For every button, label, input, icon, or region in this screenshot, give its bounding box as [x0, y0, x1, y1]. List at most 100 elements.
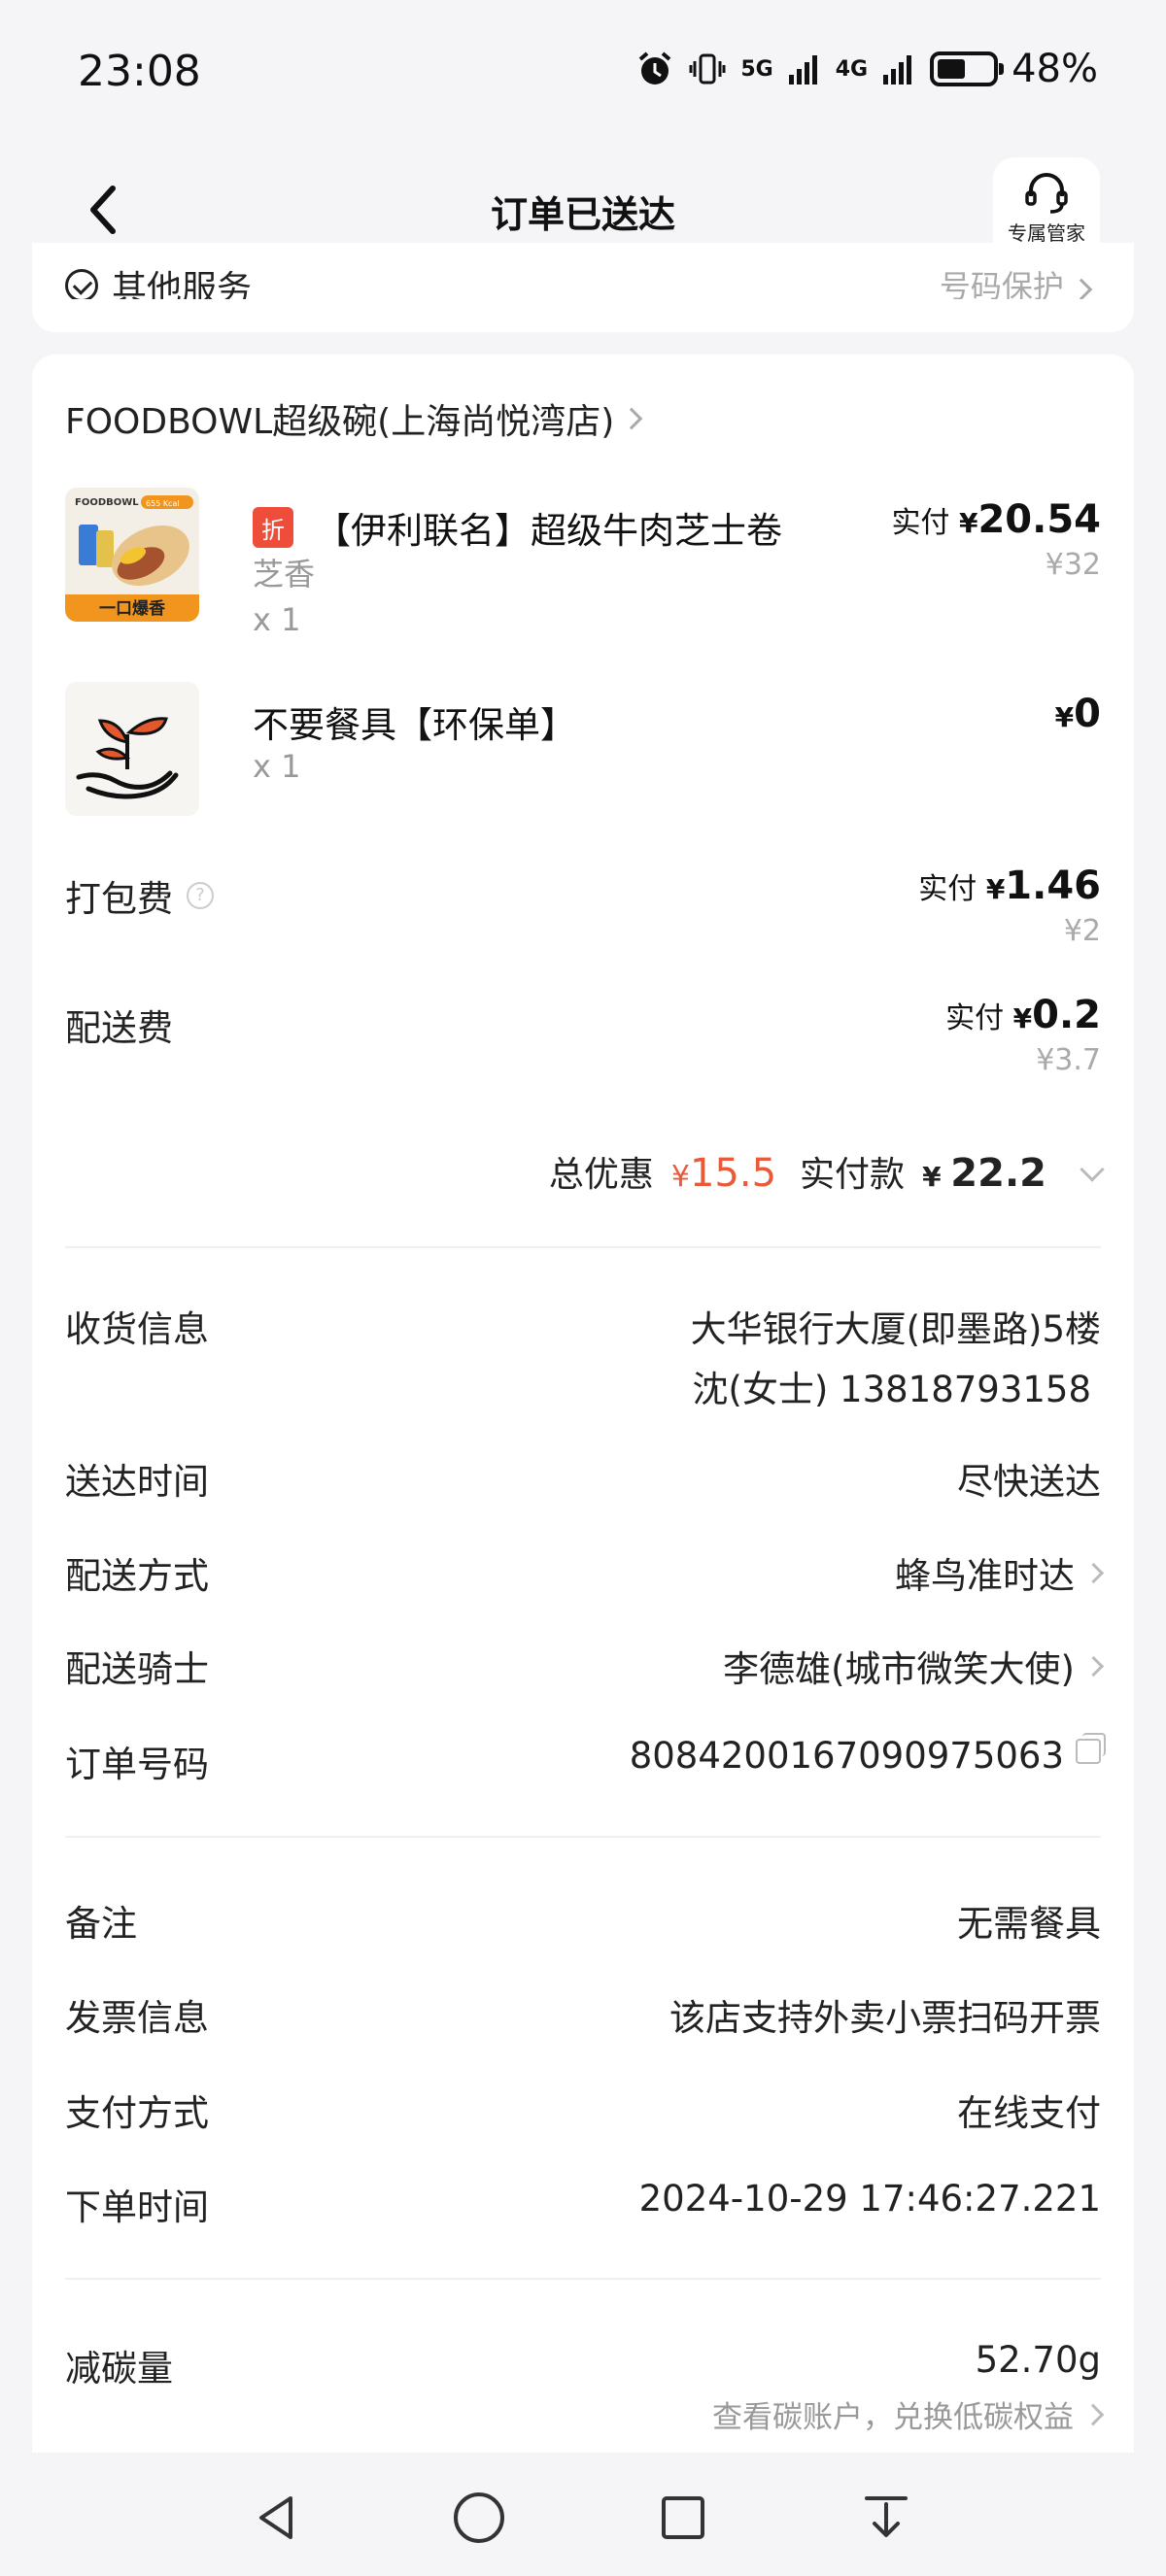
delivery-time-row: 送达时间 尽快送达 — [65, 1452, 1101, 1503]
square-recents-icon — [662, 2496, 704, 2539]
delivery-method-label: 配送方式 — [65, 1555, 209, 1597]
delivery-fee-label: 配送费 — [65, 1007, 173, 1049]
receiver-contact: 沈(女士) 13818793158 — [692, 1369, 1091, 1410]
number-protection-label: 号码保护 — [939, 268, 1064, 299]
nav-home-button[interactable] — [445, 2484, 513, 2552]
headset-icon — [1025, 173, 1068, 214]
chevron-right-icon — [1081, 2403, 1105, 2425]
nav-back-button[interactable] — [243, 2484, 311, 2552]
receiver-address: 大华银行大厦(即墨路)5楼 — [690, 1308, 1101, 1350]
delivery-method-value: 蜂鸟准时达 — [895, 1546, 1105, 1599]
item-spec: 芝香 — [253, 556, 316, 593]
status-time: 23:08 — [78, 47, 201, 96]
order-time-value: 2024-10-29 17:46:27.221 — [638, 2178, 1101, 2220]
divider — [65, 1836, 1101, 1838]
total-discount-label: 总优惠 — [548, 1155, 654, 1195]
status-bar: 23:08 5G 4G 48% — [0, 0, 1166, 146]
total-summary[interactable]: 总优惠 ¥15.5 实付款 ¥ 22.2 — [548, 1146, 1105, 1197]
chevron-down-icon — [1080, 1157, 1105, 1182]
divider — [65, 2278, 1101, 2280]
store-link[interactable]: FOODBOWL超级碗(上海尚悦湾店) — [65, 393, 643, 444]
item-thumbnail — [65, 682, 199, 816]
network-4g-label: 4G — [835, 56, 869, 82]
carbon-row: 减碳量 52.70g 查看碳账户，兑换低碳权益 — [65, 2339, 1105, 2436]
signal-icon-2 — [883, 55, 912, 85]
help-icon[interactable]: ? — [187, 882, 214, 909]
carbon-label: 减碳量 — [65, 2348, 173, 2390]
remark-value: 无需餐具 — [957, 1903, 1101, 1945]
service-manager-label: 专属管家 — [1008, 221, 1085, 245]
item-name: 不要餐具【环保单】 — [253, 704, 576, 746]
carbon-account-text: 查看碳账户，兑换低碳权益 — [712, 2400, 1074, 2435]
other-services-card: 其他服务 号码保护 — [32, 243, 1134, 332]
total-paid-value: ¥ 22.2 — [922, 1151, 1046, 1196]
remark-label: 备注 — [65, 1903, 137, 1945]
eco-hand-icon — [65, 682, 199, 816]
receiver-value: 大华银行大厦(即墨路)5楼 沈(女士) 13818793158 — [691, 1300, 1101, 1412]
network-5g-label: 5G — [740, 56, 773, 82]
page-title: 订单已送达 — [490, 193, 675, 236]
copy-icon[interactable] — [1076, 1732, 1106, 1764]
invoice-row: 发票信息 该店支持外卖小票扫码开票 — [65, 1988, 1101, 2039]
circle-home-icon — [454, 2492, 504, 2543]
item-paid-price: 0 — [1074, 692, 1101, 736]
other-services-row[interactable]: 其他服务 — [65, 260, 252, 299]
invoice-label: 发票信息 — [65, 1997, 209, 2039]
divider — [65, 1246, 1101, 1248]
delivery-fee-row: 配送费 实付 ¥0.2 ¥3.7 — [65, 993, 1101, 1105]
chevron-right-icon — [1082, 1562, 1105, 1583]
store-name: FOODBOWL超级碗(上海尚悦湾店) — [65, 402, 615, 442]
payment-value: 在线支付 — [957, 2092, 1101, 2134]
payment-row: 支付方式 在线支付 — [65, 2084, 1101, 2134]
carbon-account-link[interactable]: 查看碳账户，兑换低碳权益 — [712, 2392, 1105, 2436]
thumb-slogan: 一口爆香 — [99, 599, 165, 619]
rider-row[interactable]: 配送骑士 李德雄(城市微笑大使) — [65, 1640, 1105, 1690]
nav-notification-button[interactable] — [852, 2484, 920, 2552]
vibrate-icon — [689, 53, 726, 85]
delivery-paid-price: 0.2 — [1032, 993, 1101, 1037]
item-quantity: x 1 — [253, 601, 301, 638]
check-circle-icon — [65, 269, 98, 299]
item-thumbnail: FOODBOWL 655 Kcal 一口爆香 — [65, 488, 199, 622]
status-icons: 5G 4G 48% — [635, 47, 1098, 91]
signal-icon — [788, 55, 817, 85]
total-paid-label: 实付款 — [800, 1155, 906, 1195]
chevron-right-icon — [1070, 278, 1093, 299]
triangle-back-icon — [259, 2496, 292, 2539]
total-discount-value: ¥15.5 — [670, 1151, 777, 1196]
packing-fee-row: 打包费 ? 实付 ¥1.46 ¥2 — [65, 864, 1101, 976]
item-paid-price: 20.54 — [977, 497, 1101, 542]
packing-fee-price: 实付 ¥1.46 ¥2 — [918, 864, 1101, 948]
item-name: 【伊利联名】超级牛肉芝士卷 — [315, 510, 782, 552]
order-number-value: 8084200167090975063 — [629, 1732, 1106, 1777]
thumb-kcal: 655 Kcal — [146, 499, 180, 508]
order-number-row: 订单号码 8084200167090975063 — [65, 1732, 1106, 1785]
delivery-time-label: 送达时间 — [65, 1461, 209, 1503]
delivery-original-price: ¥3.7 — [1036, 1043, 1101, 1077]
nav-recents-button[interactable] — [649, 2484, 717, 2552]
delivery-paid-label: 实付 — [945, 1001, 1005, 1035]
chevron-right-icon — [1082, 1655, 1105, 1677]
order-time-label: 下单时间 — [65, 2186, 209, 2228]
delivery-fee-price: 实付 ¥0.2 ¥3.7 — [945, 993, 1101, 1077]
delivery-method-row[interactable]: 配送方式 蜂鸟准时达 — [65, 1546, 1105, 1597]
paid-label: 实付 — [891, 506, 950, 540]
rider-label: 配送骑士 — [65, 1648, 209, 1690]
item-name-row: 不要餐具【环保单】 — [253, 695, 576, 748]
number-protection-link[interactable]: 号码保护 — [939, 262, 1093, 299]
order-item[interactable]: 不要餐具【环保单】 x 1 ¥0 — [65, 682, 1101, 818]
item-price: 实付 ¥20.54 ¥32 — [891, 497, 1101, 582]
order-number-text: 8084200167090975063 — [629, 1735, 1064, 1777]
order-detail-card: FOODBOWL超级碗(上海尚悦湾店) FOODBOWL 655 Kcal 一口… — [32, 355, 1134, 2576]
order-item[interactable]: FOODBOWL 655 Kcal 一口爆香 折 【伊利联名】超级牛肉芝士卷 芝… — [65, 488, 1101, 643]
delivery-method-text: 蜂鸟准时达 — [895, 1555, 1075, 1597]
packing-original-price: ¥2 — [1063, 914, 1101, 948]
packing-fee-label: 打包费 — [65, 878, 173, 920]
thumb-brand: FOODBOWL — [75, 497, 139, 508]
rider-value: 李德雄(城市微笑大使) — [723, 1640, 1105, 1692]
payment-label: 支付方式 — [65, 2092, 209, 2134]
order-number-label: 订单号码 — [65, 1744, 209, 1785]
pull-down-icon — [865, 2496, 908, 2537]
item-original-price: ¥32 — [1045, 548, 1101, 582]
receiver-label: 收货信息 — [65, 1308, 209, 1350]
